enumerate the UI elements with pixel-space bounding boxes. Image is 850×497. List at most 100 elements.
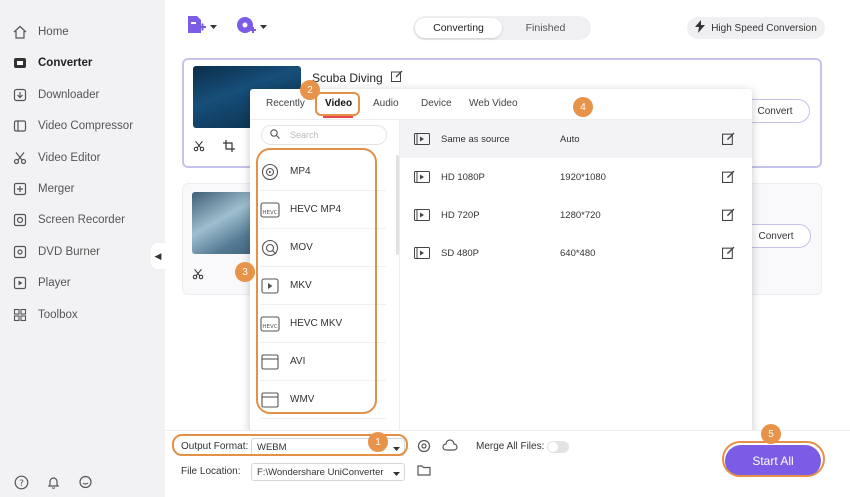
- file-location-label: File Location:: [181, 466, 241, 477]
- callout-badge: 4: [573, 97, 593, 117]
- chevron-down-icon: [260, 21, 267, 33]
- compressor-icon: [12, 118, 28, 134]
- downloader-icon: [12, 87, 28, 103]
- status-segmented-control: Converting Finished: [413, 16, 591, 40]
- disc-icon: [12, 244, 28, 260]
- sidebar-item-label: DVD Burner: [38, 246, 100, 258]
- callout-badge: 5: [761, 424, 781, 444]
- tab-device[interactable]: Device: [421, 98, 452, 109]
- scissors-icon: [12, 150, 28, 166]
- quality-resolution: 640*480: [560, 247, 596, 259]
- quality-name: SD 480P: [441, 247, 480, 259]
- help-icon[interactable]: ?: [12, 473, 30, 491]
- tab-converting[interactable]: Converting: [415, 18, 502, 38]
- sidebar-item-label: Converter: [38, 57, 93, 69]
- toolbox-icon: [12, 307, 28, 323]
- sidebar-item-label: Home: [38, 26, 69, 38]
- merger-icon: [12, 181, 28, 197]
- home-icon: [12, 24, 28, 40]
- high-speed-label: High Speed Conversion: [711, 22, 817, 34]
- quality-name: Same as source: [441, 133, 510, 145]
- video-quality-icon: [414, 171, 430, 186]
- callout-badge: 3: [235, 262, 255, 282]
- sidebar-item-converter[interactable]: Converter: [12, 53, 92, 73]
- quality-row[interactable]: Same as source Auto: [400, 120, 752, 158]
- trim-scissors-icon[interactable]: [193, 140, 205, 155]
- callout-badge: 1: [368, 432, 388, 452]
- sidebar-item-player[interactable]: Player: [12, 273, 71, 293]
- quality-name: HD 1080P: [441, 171, 485, 183]
- cloud-icon[interactable]: [442, 439, 458, 456]
- edit-preset-icon[interactable]: [722, 246, 735, 262]
- quality-name: HD 720P: [441, 209, 480, 221]
- callout-ring-format-list: [256, 148, 377, 414]
- collapse-sidebar-button[interactable]: ◀: [151, 243, 165, 269]
- add-file-icon: [185, 14, 207, 39]
- quality-row[interactable]: SD 480P 640*480: [400, 234, 752, 272]
- tab-finished[interactable]: Finished: [502, 18, 589, 38]
- sidebar-item-toolbox[interactable]: Toolbox: [12, 305, 78, 325]
- file-title: Scuba Diving: [312, 70, 383, 85]
- chevron-down-icon: [393, 469, 400, 480]
- edit-preset-icon[interactable]: [722, 208, 735, 224]
- crop-icon[interactable]: [223, 140, 235, 155]
- sidebar: Home Converter Downloader Video Compress…: [0, 0, 165, 497]
- edit-preset-icon[interactable]: [722, 132, 735, 148]
- video-quality-icon: [414, 133, 430, 148]
- video-quality-icon: [414, 247, 430, 262]
- edit-tools: [192, 268, 204, 283]
- quality-row[interactable]: HD 1080P 1920*1080: [400, 158, 752, 196]
- tab-recently[interactable]: Recently: [266, 98, 305, 109]
- merge-all-toggle[interactable]: [547, 441, 569, 453]
- tab-audio[interactable]: Audio: [373, 98, 399, 109]
- sidebar-item-home[interactable]: Home: [12, 22, 69, 42]
- sidebar-item-label: Video Editor: [38, 152, 101, 164]
- add-disc-icon: [235, 14, 257, 39]
- sidebar-item-label: Toolbox: [38, 309, 78, 321]
- sidebar-item-label: Player: [38, 277, 71, 289]
- rename-pencil-icon[interactable]: [390, 70, 403, 85]
- merge-all-label: Merge All Files:: [476, 441, 545, 452]
- toolbar: Converting Finished High Speed Conversio…: [165, 0, 850, 56]
- quality-list: Same as source Auto HD 1080P 1920*1080 H…: [400, 120, 752, 435]
- sidebar-item-label: Downloader: [38, 89, 100, 101]
- converter-icon: [12, 55, 28, 71]
- sidebar-footer: ?: [12, 473, 94, 491]
- add-files-button[interactable]: [185, 14, 217, 39]
- file-location-select[interactable]: F:\Wondershare UniConverter: [251, 463, 405, 481]
- sidebar-item-label: Video Compressor: [38, 120, 134, 132]
- sidebar-item-label: Merger: [38, 183, 75, 195]
- quality-resolution: 1280*720: [560, 209, 601, 221]
- quality-resolution: Auto: [560, 133, 580, 145]
- bell-icon[interactable]: [44, 473, 62, 491]
- player-icon: [12, 275, 28, 291]
- trim-scissors-icon[interactable]: [192, 268, 204, 283]
- add-dvd-button[interactable]: [235, 14, 267, 39]
- sidebar-item-merger[interactable]: Merger: [12, 179, 74, 199]
- sidebar-item-label: Screen Recorder: [38, 214, 125, 226]
- callout-ring-video-tab: [315, 92, 360, 116]
- sidebar-item-dvd-burner[interactable]: DVD Burner: [12, 242, 100, 262]
- tab-web-video[interactable]: Web Video: [469, 98, 518, 109]
- edit-preset-icon[interactable]: [722, 170, 735, 186]
- settings-icon[interactable]: [417, 439, 431, 456]
- file-title-row: Scuba Diving: [312, 70, 403, 85]
- high-speed-conversion-button[interactable]: High Speed Conversion: [687, 17, 825, 39]
- format-search-input[interactable]: Search: [261, 125, 387, 145]
- edit-tools: [193, 140, 235, 155]
- video-quality-icon: [414, 209, 430, 224]
- quality-resolution: 1920*1080: [560, 171, 606, 183]
- sidebar-item-downloader[interactable]: Downloader: [12, 85, 99, 105]
- feedback-icon[interactable]: [76, 473, 94, 491]
- quality-row[interactable]: HD 720P 1280*720: [400, 196, 752, 234]
- file-location-value: F:\Wondershare UniConverter: [257, 466, 384, 478]
- screen-recorder-icon: [12, 212, 28, 228]
- search-placeholder: Search: [290, 130, 319, 140]
- active-tab-indicator: [323, 116, 353, 118]
- sidebar-item-screen-recorder[interactable]: Screen Recorder: [12, 210, 125, 230]
- search-icon: [270, 129, 280, 141]
- format-list-scrollbar[interactable]: [396, 155, 399, 255]
- sidebar-item-video-editor[interactable]: Video Editor: [12, 148, 100, 168]
- folder-icon[interactable]: [417, 464, 431, 479]
- sidebar-item-video-compressor[interactable]: Video Compressor: [12, 116, 133, 136]
